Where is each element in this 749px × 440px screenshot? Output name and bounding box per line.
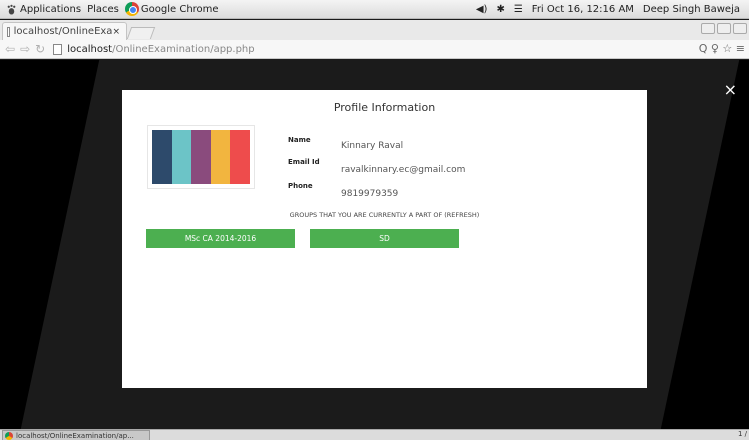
photo-stripe — [152, 130, 172, 184]
clock[interactable]: Fri Oct 16, 12:16 AM — [532, 4, 634, 15]
places-label: Places — [87, 3, 119, 15]
volume-icon[interactable]: ◀) — [476, 4, 488, 15]
tab-strip: localhost/OnlineExa × — [0, 20, 749, 40]
taskbar-window-label: localhost/OnlineExamination/ap... — [16, 431, 134, 440]
toolbar-actions[interactable]: Q ♀ ☆ ≡ — [699, 42, 745, 55]
user-menu[interactable]: Deep Singh Baweja — [643, 4, 740, 15]
url-path: /OnlineExamination/app.php — [112, 43, 255, 55]
applications-menu[interactable]: Applications — [6, 4, 81, 15]
reload-icon[interactable]: ↻ — [35, 42, 45, 56]
system-tray: ◀) ✱ ☰ Fri Oct 16, 12:16 AM Deep Singh B… — [476, 0, 749, 19]
groups-heading[interactable]: GROUPS THAT YOU ARE CURRENTLY A PART OF … — [122, 211, 647, 219]
photo-stripe — [230, 130, 250, 184]
browser-toolbar: ⇦ ⇨ ↻ localhost /OnlineExamination/app.p… — [0, 40, 749, 59]
email-value: ravalkinnary.ec@gmail.com — [341, 165, 466, 175]
profile-photo — [147, 125, 255, 189]
page-icon — [53, 43, 63, 55]
profile-photo-stripes — [152, 130, 250, 184]
tab-close-icon[interactable]: × — [112, 27, 120, 37]
name-label: Name — [288, 136, 311, 144]
group-button-sd[interactable]: SD — [310, 229, 459, 248]
modal-close-icon[interactable]: × — [724, 80, 737, 99]
places-menu[interactable]: Places — [87, 4, 119, 15]
workspace-pager[interactable]: 1 / — [738, 430, 747, 438]
browser-tab[interactable]: localhost/OnlineExa × — [2, 22, 127, 40]
minimize-button[interactable] — [717, 23, 731, 34]
phone-label: Phone — [288, 182, 313, 190]
maximize-button[interactable] — [733, 23, 747, 34]
bluetooth-icon[interactable]: ✱ — [496, 4, 504, 15]
taskbar-window-item[interactable]: localhost/OnlineExamination/ap... — [2, 430, 150, 440]
back-icon[interactable]: ⇦ — [5, 42, 15, 56]
chrome-icon — [124, 2, 139, 16]
new-tab-button[interactable] — [126, 27, 156, 39]
omnibox[interactable]: localhost /OnlineExamination/app.php — [53, 43, 255, 55]
gnome-foot-icon — [7, 4, 16, 15]
active-app-label: Google Chrome — [140, 3, 219, 15]
phone-value: 9819979359 — [341, 189, 399, 199]
applications-label: Applications — [20, 3, 82, 15]
name-value: Kinnary Raval — [341, 141, 404, 151]
photo-stripe — [171, 130, 192, 184]
active-app-indicator[interactable]: Google Chrome — [124, 2, 219, 16]
profile-modal: Profile Information Name Kinnary Raval E… — [122, 90, 647, 388]
taskbar: localhost/OnlineExamination/ap... 1 / — [0, 429, 749, 440]
system-top-bar: Applications Places Google Chrome ◀) ✱ ☰… — [0, 0, 749, 19]
window-controls — [701, 23, 747, 34]
photo-stripe — [191, 130, 211, 184]
email-label: Email Id — [288, 158, 320, 166]
wifi-icon[interactable]: ☰ — [514, 4, 523, 15]
url-host: localhost — [67, 43, 113, 55]
photo-stripe — [210, 130, 231, 184]
page-favicon-icon — [7, 26, 10, 37]
forward-icon[interactable]: ⇨ — [20, 42, 30, 56]
profile-button[interactable] — [701, 23, 715, 34]
group-button-msc[interactable]: MSc CA 2014-2016 — [146, 229, 295, 248]
tab-title: localhost/OnlineExa — [13, 26, 113, 37]
chrome-icon — [5, 431, 13, 440]
modal-title: Profile Information — [333, 101, 436, 114]
